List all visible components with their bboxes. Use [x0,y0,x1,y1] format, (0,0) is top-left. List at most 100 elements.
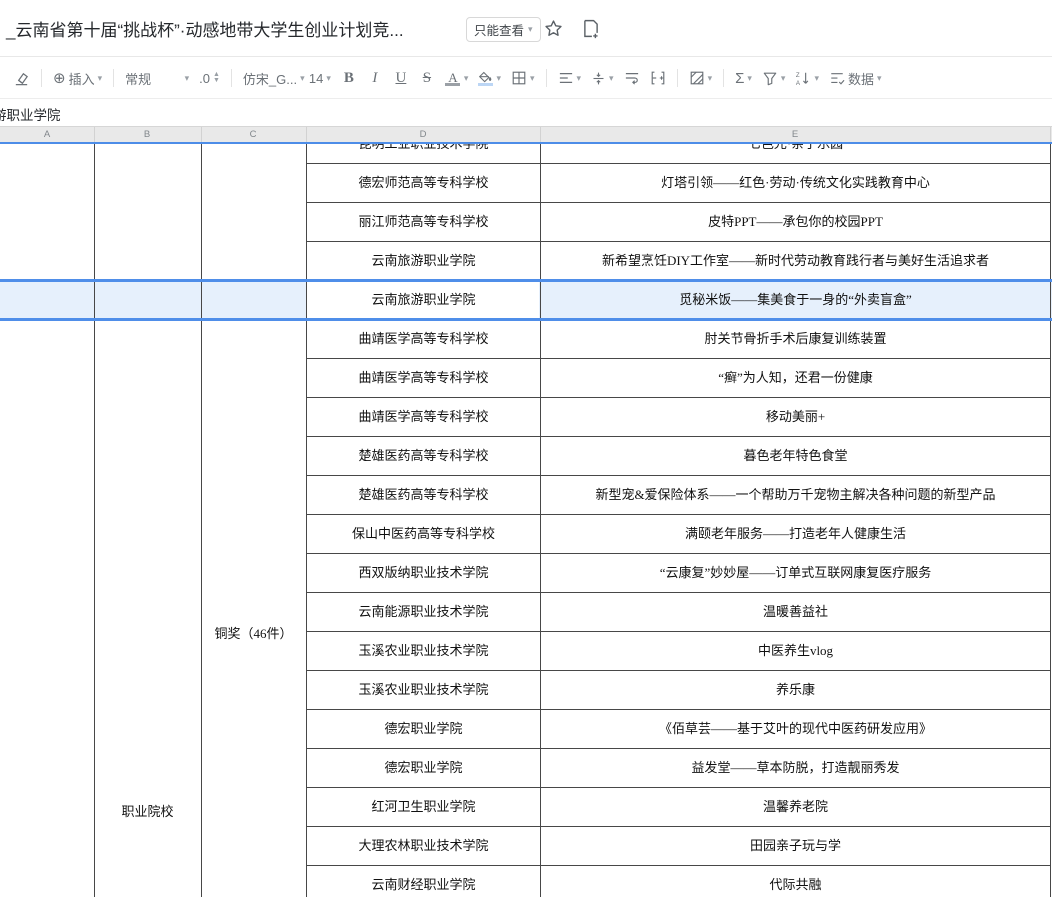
table-row[interactable]: 曲靖医学高等专科学校 移动美丽+ [306,398,1051,437]
cell-project[interactable]: 肘关节骨折手术后康复训练装置 [541,320,1050,358]
decimal-stepper[interactable]: .0 ▲▼ [194,67,225,90]
table-row[interactable]: 昆明工业职业技术学院 七色光·亲子乐园 [306,144,1051,164]
sum-button[interactable]: Σ ▾ [730,66,757,91]
column-header-e[interactable]: E [792,129,798,140]
cell-style-button[interactable]: ▾ [684,66,718,90]
merged-cell-category[interactable]: 职业院校 [95,792,200,831]
view-mode-button[interactable]: 只能查看 ▾ [466,17,541,42]
merge-cells-icon [650,70,666,86]
strikethrough-button[interactable]: S [414,66,440,91]
table-row[interactable]: 大理农林职业技术学院 田园亲子玩与学 [306,827,1051,866]
merged-cell-award[interactable]: 铜奖（46件） [202,614,305,653]
spreadsheet-grid[interactable]: 职业院校 铜奖（46件） 昆明工业职业技术学院 七色光·亲子乐园 德宏师范高等专… [0,144,1052,897]
cell-school[interactable]: 大理农林职业技术学院 [307,827,540,865]
italic-button[interactable]: I [362,66,388,91]
new-document-icon[interactable] [581,18,601,44]
cell-project[interactable]: 养乐康 [541,671,1050,709]
table-row[interactable]: 楚雄医药高等专科学校 新型宠&爱保险体系——一个帮助万千宠物主解决各种问题的新型… [306,476,1051,515]
filter-button[interactable]: ▾ [757,67,791,90]
toolbar: ⊕ 插入 ▾ 常规 ▾ .0 ▲▼ 仿宋_G... ▾ 14 ▾ B I U S… [0,58,1052,99]
table-row[interactable]: 保山中医药高等专科学校 满颐老年服务——打造老年人健康生活 [306,515,1051,554]
cell-project[interactable]: 田园亲子玩与学 [541,827,1050,865]
clear-format-button[interactable] [8,66,35,91]
table-row[interactable]: 红河卫生职业学院 温馨养老院 [306,788,1051,827]
cell-project[interactable]: 《佰草芸——基于艾叶的现代中医药研发应用》 [541,710,1050,748]
align-vertical-button[interactable]: ▾ [586,67,619,90]
column-header-c[interactable]: C [250,129,257,140]
table-row[interactable]: 楚雄医药高等专科学校 暮色老年特色食堂 [306,437,1051,476]
table-row[interactable]: 丽江师范高等专科学校 皮特PPT——承包你的校园PPT [306,203,1051,242]
table-row[interactable]: 玉溪农业职业技术学院 养乐康 [306,671,1051,710]
cell-school[interactable]: 云南旅游职业学院 [307,281,540,319]
cell-project[interactable]: “癣”为人知，还君一份健康 [541,359,1050,397]
cell-project[interactable]: 新希望烹饪DIY工作室——新时代劳动教育践行者与美好生活追求者 [541,242,1050,280]
column-header-d[interactable]: D [420,129,427,140]
font-size-select[interactable]: 14 ▾ [304,67,336,90]
column-header-b[interactable]: B [144,129,150,140]
merge-cells-button[interactable] [645,66,671,90]
cell-school[interactable]: 德宏师范高等专科学校 [307,164,540,202]
cell-school[interactable]: 西双版纳职业技术学院 [307,554,540,592]
fill-color-button[interactable]: ▾ [473,67,506,90]
font-family-select[interactable]: 仿宋_G... ▾ [238,65,304,92]
cell-school[interactable]: 玉溪农业职业技术学院 [307,671,540,709]
cell-project[interactable]: 温馨养老院 [541,788,1050,826]
align-horizontal-button[interactable]: ▾ [553,67,587,89]
table-row[interactable]: 德宏职业学院 益发堂——草本防脱，打造靓丽秀发 [306,749,1051,788]
cell-project[interactable]: 七色光·亲子乐园 [541,144,1050,163]
table-row[interactable]: 曲靖医学高等专科学校 “癣”为人知，还君一份健康 [306,359,1051,398]
cell-project[interactable]: 代际共融 [541,866,1050,897]
star-favorite-icon[interactable] [543,18,564,44]
cell-school[interactable]: 德宏职业学院 [307,749,540,787]
cell-school[interactable]: 玉溪农业职业技术学院 [307,632,540,670]
table-row-selected[interactable]: 云南旅游职业学院 觅秘米饭——集美食于一身的“外卖盲盒” [306,281,1051,320]
cell-project[interactable]: 温暖善益社 [541,593,1050,631]
table-row[interactable]: 西双版纳职业技术学院 “云康复”妙妙屋——订单式互联网康复医疗服务 [306,554,1051,593]
cell-project[interactable]: 灯塔引领——红色·劳动·传统文化实践教育中心 [541,164,1050,202]
table-row[interactable]: 云南旅游职业学院 新希望烹饪DIY工作室——新时代劳动教育践行者与美好生活追求者 [306,242,1051,281]
cell-school[interactable]: 曲靖医学高等专科学校 [307,359,540,397]
cell-project[interactable]: 益发堂——草本防脱，打造靓丽秀发 [541,749,1050,787]
table-row[interactable]: 德宏职业学院 《佰草芸——基于艾叶的现代中医药研发应用》 [306,710,1051,749]
table-row[interactable]: 玉溪农业职业技术学院 中医养生vlog [306,632,1051,671]
cell-school[interactable]: 楚雄医药高等专科学校 [307,437,540,475]
wrap-text-icon [624,71,640,85]
cell-project[interactable]: 暮色老年特色食堂 [541,437,1050,475]
cell-school[interactable]: 云南旅游职业学院 [307,242,540,280]
cell-school[interactable]: 云南财经职业学院 [307,866,540,897]
column-header-a[interactable]: A [44,129,50,140]
underline-button[interactable]: U [388,66,414,91]
column-header-strip[interactable]: A B C D E [0,126,1052,142]
cell-school[interactable]: 曲靖医学高等专科学校 [307,398,540,436]
cell-project[interactable]: 中医养生vlog [541,632,1050,670]
cell-project[interactable]: 满颐老年服务——打造老年人健康生活 [541,515,1050,553]
formula-bar[interactable]: 游职业学院 [0,100,1052,126]
insert-button[interactable]: ⊕ 插入 ▾ [48,65,107,92]
table-row[interactable]: 德宏师范高等专科学校 灯塔引领——红色·劳动·传统文化实践教育中心 [306,164,1051,203]
cell-school[interactable]: 曲靖医学高等专科学校 [307,320,540,358]
table-row[interactable]: 曲靖医学高等专科学校 肘关节骨折手术后康复训练装置 [306,320,1051,359]
cell-school[interactable]: 丽江师范高等专科学校 [307,203,540,241]
cell-school[interactable]: 保山中医药高等专科学校 [307,515,540,553]
sort-button[interactable]: Z A ▾ [790,67,824,90]
cell-school[interactable]: 昆明工业职业技术学院 [307,144,540,163]
cell-school[interactable]: 德宏职业学院 [307,710,540,748]
bold-button[interactable]: B [336,66,362,91]
cell-school[interactable]: 云南能源职业技术学院 [307,593,540,631]
cell-project[interactable]: 皮特PPT——承包你的校园PPT [541,203,1050,241]
table-row[interactable]: 云南能源职业技术学院 温暖善益社 [306,593,1051,632]
cell-school[interactable]: 楚雄医药高等专科学校 [307,476,540,514]
font-color-swatch [445,83,460,86]
number-format-select[interactable]: 常规 ▾ [120,65,194,92]
cell-project[interactable]: 移动美丽+ [541,398,1050,436]
cell-project[interactable]: 觅秘米饭——集美食于一身的“外卖盲盒” [541,281,1050,319]
borders-button[interactable]: ▾ [506,66,540,90]
chevron-down-icon: ▾ [496,74,501,83]
table-row[interactable]: 云南财经职业学院 代际共融 [306,866,1051,897]
cell-project[interactable]: 新型宠&爱保险体系——一个帮助万千宠物主解决各种问题的新型产品 [541,476,1050,514]
cell-school[interactable]: 红河卫生职业学院 [307,788,540,826]
cell-project[interactable]: “云康复”妙妙屋——订单式互联网康复医疗服务 [541,554,1050,592]
data-button[interactable]: 数据 ▾ [824,65,887,92]
wrap-text-button[interactable] [619,67,645,89]
font-color-button[interactable]: A ▾ [440,67,474,90]
